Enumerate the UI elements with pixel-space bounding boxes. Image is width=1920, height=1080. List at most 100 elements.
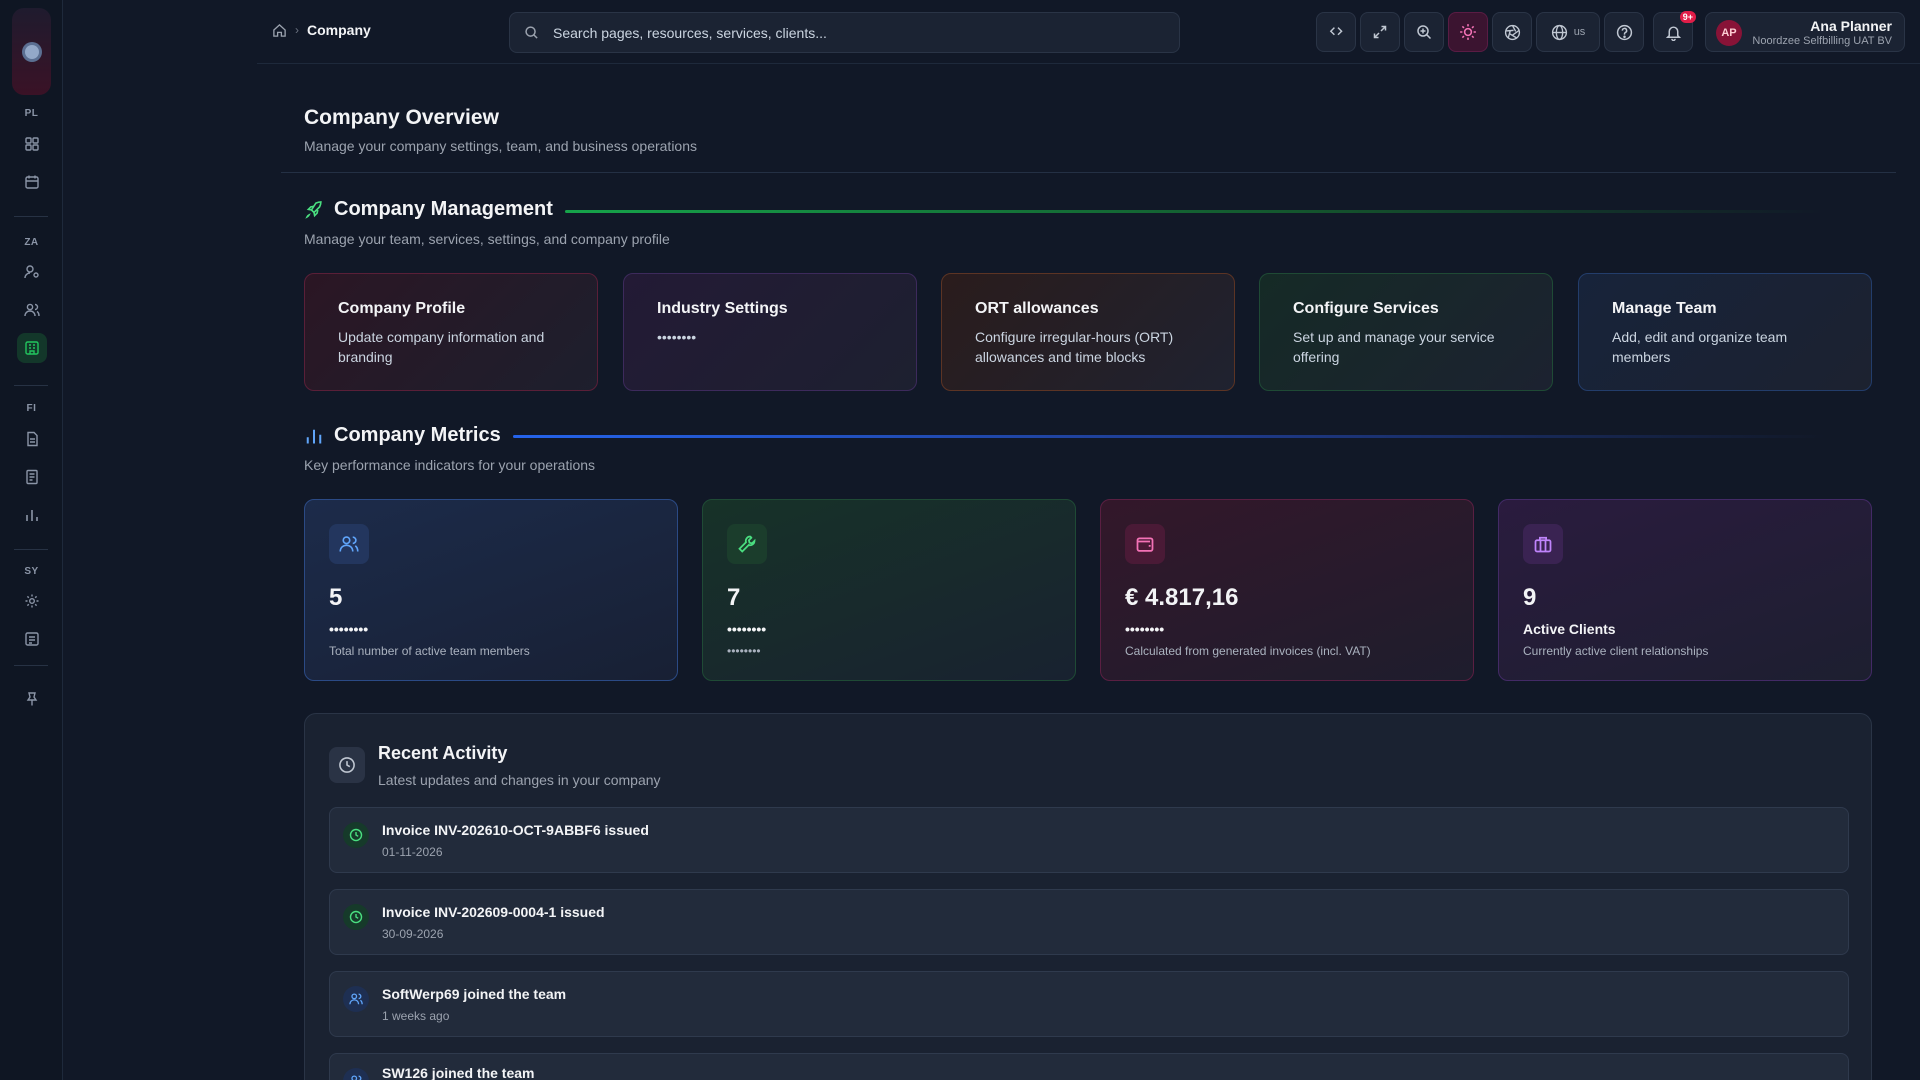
- metric-card-revenue[interactable]: € 4.817,16 •••••••• Calculated from gene…: [1100, 499, 1474, 681]
- settings-icon[interactable]: [17, 586, 47, 616]
- industry-settings-card[interactable]: Industry Settings ••••••••: [623, 273, 917, 391]
- sidebar-divider: [14, 216, 48, 217]
- appearance-button[interactable]: [1492, 12, 1532, 52]
- collapse-icon: [1329, 27, 1343, 36]
- logo-mark: [24, 44, 39, 59]
- section-underline: [565, 210, 1825, 213]
- user-settings-icon[interactable]: [17, 257, 47, 287]
- sidebar-divider: [14, 549, 48, 550]
- aperture-icon: [1504, 24, 1520, 40]
- activity-item[interactable]: SW126 joined the team: [329, 1053, 1849, 1080]
- home-icon[interactable]: [272, 23, 287, 38]
- configure-services-card[interactable]: Configure Services Set up and manage you…: [1259, 273, 1553, 391]
- card-title: Configure Services: [1293, 300, 1439, 317]
- metric-description: Total number of active team members: [329, 644, 530, 658]
- management-section-subtitle: Manage your team, services, settings, an…: [304, 231, 670, 247]
- theme-toggle-button[interactable]: [1448, 12, 1488, 52]
- dashboard-icon[interactable]: [17, 129, 47, 159]
- breadcrumb: › Company: [272, 22, 371, 38]
- briefcase-icon: [1523, 524, 1563, 564]
- wrench-icon: [727, 524, 767, 564]
- section-title-text: Company Management: [334, 198, 553, 220]
- activity-item-title: SW126 joined the team: [382, 1065, 535, 1080]
- users-icon[interactable]: [17, 295, 47, 325]
- zoom-in-icon: [1417, 25, 1432, 40]
- sun-icon: [1460, 24, 1476, 40]
- section-title-text: Company Metrics: [334, 424, 501, 446]
- card-title: ORT allowances: [975, 300, 1099, 317]
- activity-item-time: 1 weeks ago: [382, 1009, 450, 1023]
- card-description: Add, edit and organize team members: [1612, 329, 1788, 365]
- bar-chart-icon: [304, 426, 324, 446]
- card-description: Configure irregular-hours (ORT) allowanc…: [975, 329, 1174, 365]
- language-selector[interactable]: us: [1536, 12, 1600, 52]
- metric-label: ••••••••: [1125, 621, 1165, 637]
- help-icon: [1616, 24, 1632, 40]
- header-divider: [281, 172, 1896, 173]
- company-profile-card[interactable]: Company Profile Update company informati…: [304, 273, 598, 391]
- users-icon: [343, 986, 369, 1012]
- card-description: ••••••••: [657, 329, 697, 345]
- clock-icon: [329, 747, 365, 783]
- sidebar-divider: [14, 665, 48, 666]
- user-organization: Noordzee Selfbilling UAT BV: [1752, 35, 1892, 47]
- company-icon[interactable]: [17, 333, 47, 363]
- card-title: Manage Team: [1612, 300, 1717, 317]
- metric-description: ••••••••: [727, 644, 761, 658]
- section-underline: [513, 435, 1825, 438]
- metric-description: Currently active client relationships: [1523, 644, 1709, 658]
- clock-icon: [343, 904, 369, 930]
- collapse-sidebar-button[interactable]: [1316, 12, 1356, 52]
- page-subtitle: Manage your company settings, team, and …: [304, 138, 698, 154]
- activity-item[interactable]: Invoice INV-202609-0004-1 issued 30-09-2…: [329, 889, 1849, 955]
- activity-item[interactable]: Invoice INV-202610-OCT-9ABBF6 issued 01-…: [329, 807, 1849, 873]
- metrics-section-title: Company Metrics: [304, 424, 501, 447]
- invoice-icon[interactable]: [17, 462, 47, 492]
- fullscreen-button[interactable]: [1360, 12, 1400, 52]
- metric-label: ••••••••: [329, 621, 369, 637]
- users-icon: [329, 524, 369, 564]
- breadcrumb-current[interactable]: Company: [307, 22, 371, 38]
- sidebar-section-label: SY: [24, 566, 39, 577]
- sidebar-section-label: FI: [26, 403, 37, 414]
- sidebar-divider: [14, 385, 48, 386]
- search-input[interactable]: [553, 24, 1133, 41]
- manage-team-card[interactable]: Manage Team Add, edit and organize team …: [1578, 273, 1872, 391]
- calendar-icon[interactable]: [17, 167, 47, 197]
- card-title: Company Profile: [338, 300, 466, 317]
- metric-label: ••••••••: [727, 621, 767, 637]
- language-code: us: [1573, 26, 1586, 38]
- help-button[interactable]: [1604, 12, 1644, 52]
- metric-card-team[interactable]: 5 •••••••• Total number of active team m…: [304, 499, 678, 681]
- logs-icon[interactable]: [17, 624, 47, 654]
- search-icon: [524, 25, 539, 40]
- notifications-button[interactable]: 9+: [1653, 11, 1696, 52]
- metric-card-services[interactable]: 7 •••••••• ••••••••: [702, 499, 1076, 681]
- bell-icon: [1665, 25, 1681, 41]
- management-section-title: Company Management: [304, 198, 553, 221]
- clock-icon: [343, 822, 369, 848]
- document-icon[interactable]: [17, 424, 47, 454]
- pin-icon[interactable]: [17, 684, 47, 714]
- activity-item[interactable]: SoftWerp69 joined the team 1 weeks ago: [329, 971, 1849, 1037]
- ort-allowances-card[interactable]: ORT allowances Configure irregular-hours…: [941, 273, 1235, 391]
- metric-value: 9: [1523, 584, 1537, 611]
- rocket-icon: [304, 200, 324, 220]
- card-description: Set up and manage your service offering: [1293, 329, 1495, 365]
- app-logo[interactable]: [12, 8, 51, 95]
- card-title: Industry Settings: [657, 300, 788, 317]
- activity-item-title: Invoice INV-202610-OCT-9ABBF6 issued: [382, 822, 649, 838]
- zoom-button[interactable]: [1404, 12, 1444, 52]
- sidebar: PL ZA FI SY: [0, 0, 63, 1080]
- metric-value: 5: [329, 584, 343, 611]
- metric-value: € 4.817,16: [1125, 584, 1239, 611]
- chart-icon[interactable]: [17, 500, 47, 530]
- metric-label: Active Clients: [1523, 621, 1616, 637]
- activity-item-title: Invoice INV-202609-0004-1 issued: [382, 904, 605, 920]
- globe-icon: [1551, 24, 1567, 40]
- metrics-section-subtitle: Key performance indicators for your oper…: [304, 457, 596, 473]
- metric-card-clients[interactable]: 9 Active Clients Currently active client…: [1498, 499, 1872, 681]
- user-menu[interactable]: AP Ana Planner Noordzee Selfbilling UAT …: [1705, 12, 1905, 52]
- activity-item-title: SoftWerp69 joined the team: [382, 986, 567, 1002]
- search-bar[interactable]: [509, 12, 1180, 53]
